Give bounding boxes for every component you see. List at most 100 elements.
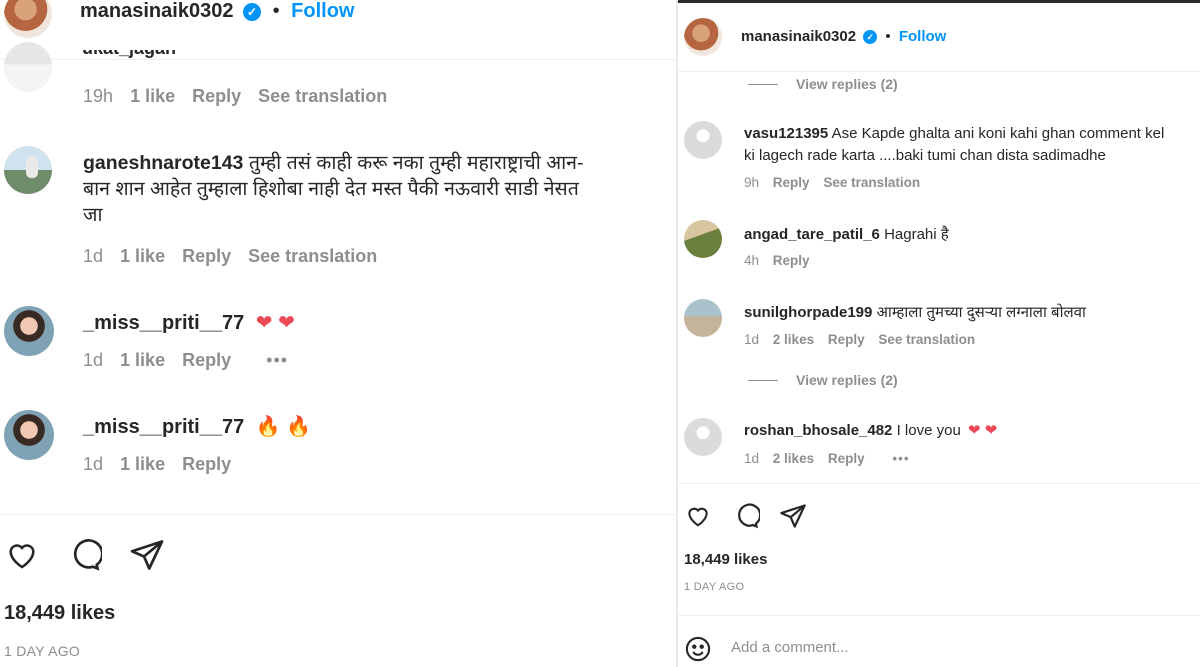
more-options-icon[interactable]: ••• [892,451,909,466]
comment-likes[interactable]: 1 like [130,86,175,106]
comment-username[interactable]: _miss__priti__77 [83,416,244,438]
comment-age: 1d [744,451,760,466]
comment-meta: 1d 1 like Reply See translation [83,246,377,267]
comment-body: sunilghorpade199 आम्हाला तुमच्या दुसऱ्या… [744,302,1086,322]
emoji-icon[interactable] [684,635,712,663]
comment-text: जा [83,204,103,226]
verified-icon: ✓ [863,30,878,45]
comment-age: 19h [83,86,114,106]
comment-body: ganeshnarote143 तुम्ही तसं काही करू नका … [83,150,583,228]
comment-avatar[interactable] [4,42,52,92]
comment-text: तुम्ही तसं काही करू नका तुम्ही महाराष्ट्… [248,152,584,174]
comment-meta: 1d 2 likes Reply ••• [744,451,910,466]
fire-emoji: 🔥 🔥 [255,416,312,438]
comment-age: 1d [83,246,104,266]
comment-text: I love you [896,422,961,439]
reply-button[interactable]: Reply [192,86,241,106]
comment-meta: 4h Reply [744,253,810,268]
see-translation-button[interactable]: See translation [878,332,975,347]
comment-age: 4h [744,253,760,268]
see-translation-button[interactable]: See translation [248,246,377,266]
reply-button[interactable]: Reply [182,454,231,474]
comment-icon[interactable] [732,502,760,530]
reply-button[interactable]: Reply [182,246,231,266]
comment-likes[interactable]: 1 like [120,246,165,266]
right-post-panel: manasinaik0302 ✓ • Follow View replies (… [678,3,1200,667]
post-author-username[interactable]: manasinaik0302 [80,0,233,22]
comment-text: Hagrahi है [884,226,949,243]
view-replies-button[interactable]: View replies (2) [796,372,898,388]
reply-button[interactable]: Reply [773,253,810,268]
comment-age: 9h [744,175,760,190]
comment-username[interactable]: roshan_bhosale_482 [744,422,892,439]
comment-body: _miss__priti__77 ❤ ❤ [83,310,295,335]
header-separator: • [272,0,280,22]
see-translation-button[interactable]: See translation [823,175,920,190]
heart-icon[interactable] [684,503,712,529]
view-replies-button[interactable]: View replies (2) [796,76,898,92]
comment-avatar[interactable] [684,418,722,456]
post-author-username[interactable]: manasinaik0302 [741,28,856,45]
share-icon[interactable] [778,502,808,530]
actions-divider [678,483,1200,484]
more-options-icon[interactable]: ••• [266,350,288,370]
post-author-avatar[interactable] [684,18,722,56]
comment-text: बान शान आहेत तुम्हाला हिशोबा नाही देत मस… [83,178,579,200]
follow-button[interactable]: Follow [291,0,354,22]
comment-body: vasu121395 Ase Kapde ghalta ani koni kah… [744,123,1164,167]
comment-icon[interactable] [66,537,102,573]
comment-username[interactable]: vasu121395 [744,125,828,142]
comment-avatar[interactable] [684,121,722,159]
reply-button[interactable]: Reply [773,175,810,190]
comment-avatar[interactable] [684,220,722,258]
header-divider [678,71,1200,72]
comment-meta: 1d 1 like Reply [83,454,231,475]
see-translation-button[interactable]: See translation [258,86,387,106]
comment-username[interactable]: ukat_jagan [82,50,176,58]
likes-count[interactable]: 18,449 likes [684,551,767,568]
comment-likes[interactable]: 1 like [120,350,165,370]
left-post-panel: manasinaik0302 ✓ • Follow ukat_jagan 19h… [0,0,676,667]
post-date: 1 DAY AGO [684,581,745,593]
comment-likes[interactable]: 2 likes [773,332,814,347]
comment-username[interactable]: sunilghorpade199 [744,304,872,321]
reply-button[interactable]: Reply [828,332,865,347]
comment-text: आम्हाला तुमच्या दुसऱ्या लग्नाला बोलवा [876,304,1086,321]
comment-avatar[interactable] [684,299,722,337]
comment-body: angad_tare_patil_6 Hagrahi है [744,224,949,244]
reply-button[interactable]: Reply [182,350,231,370]
comment-likes[interactable]: 1 like [120,454,165,474]
share-icon[interactable] [128,537,166,573]
comment-likes[interactable]: 2 likes [773,451,814,466]
comment-text: Ase Kapde ghalta ani koni kahi ghan comm… [831,125,1165,142]
post-author-avatar[interactable] [4,0,52,38]
actions-divider [0,514,676,515]
comment-meta: 19h 1 like Reply See translation [83,86,387,107]
comment-username[interactable]: _miss__priti__77 [83,312,244,334]
follow-button[interactable]: Follow [899,28,947,45]
comment-username[interactable]: angad_tare_patil_6 [744,226,880,243]
replies-line [748,380,778,381]
comment-body: _miss__priti__77 🔥 🔥 [83,414,311,439]
add-comment-input[interactable]: Add a comment... [731,639,849,656]
likes-count[interactable]: 18,449 likes [4,602,115,625]
comment-avatar[interactable] [4,306,54,356]
comment-age: 1d [83,454,104,474]
comment-avatar[interactable] [4,410,54,460]
replies-line [748,84,778,85]
comment-avatar[interactable] [4,146,52,194]
comment-cut-text: ukat_jagan [82,50,382,62]
comment-meta: 1d 2 likes Reply See translation [744,332,975,347]
post-date: 1 DAY AGO [4,643,81,659]
post-header: manasinaik0302 ✓ • Follow [741,28,946,45]
reply-button[interactable]: Reply [828,451,865,466]
comment-text: ki lagech rade karta ....baki tumi chan … [744,147,1106,164]
comment-username[interactable]: ganeshnarote143 [83,152,243,174]
verified-icon: ✓ [243,2,261,21]
heart-emoji: ❤ ❤ [255,312,295,334]
heart-icon[interactable] [4,538,40,572]
comment-meta: 9h Reply See translation [744,175,920,190]
post-header: manasinaik0302 ✓ • Follow [80,0,354,23]
comment-body: roshan_bhosale_482 I love you ❤ ❤ [744,421,997,439]
comment-age: 1d [744,332,760,347]
